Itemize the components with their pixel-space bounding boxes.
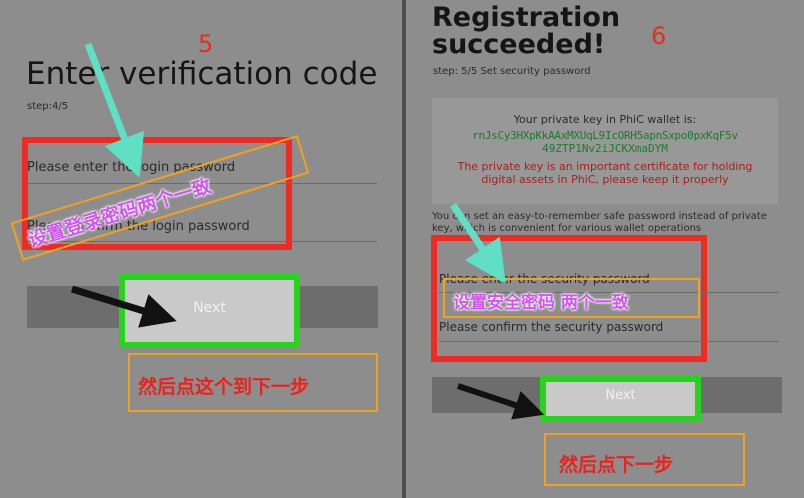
arrow-annotations: [450, 203, 545, 420]
right-screen: Registration succeeded! 6 step: 5/5 Set …: [406, 0, 804, 498]
black-arrow: [457, 383, 545, 420]
arrow-annotations: [70, 42, 177, 328]
black-arrow: [70, 285, 177, 328]
teal-arrow: [84, 42, 145, 178]
left-screen: 5 Enter verification code step:4/5 Pleas…: [0, 0, 402, 498]
teal-arrow: [450, 203, 506, 284]
